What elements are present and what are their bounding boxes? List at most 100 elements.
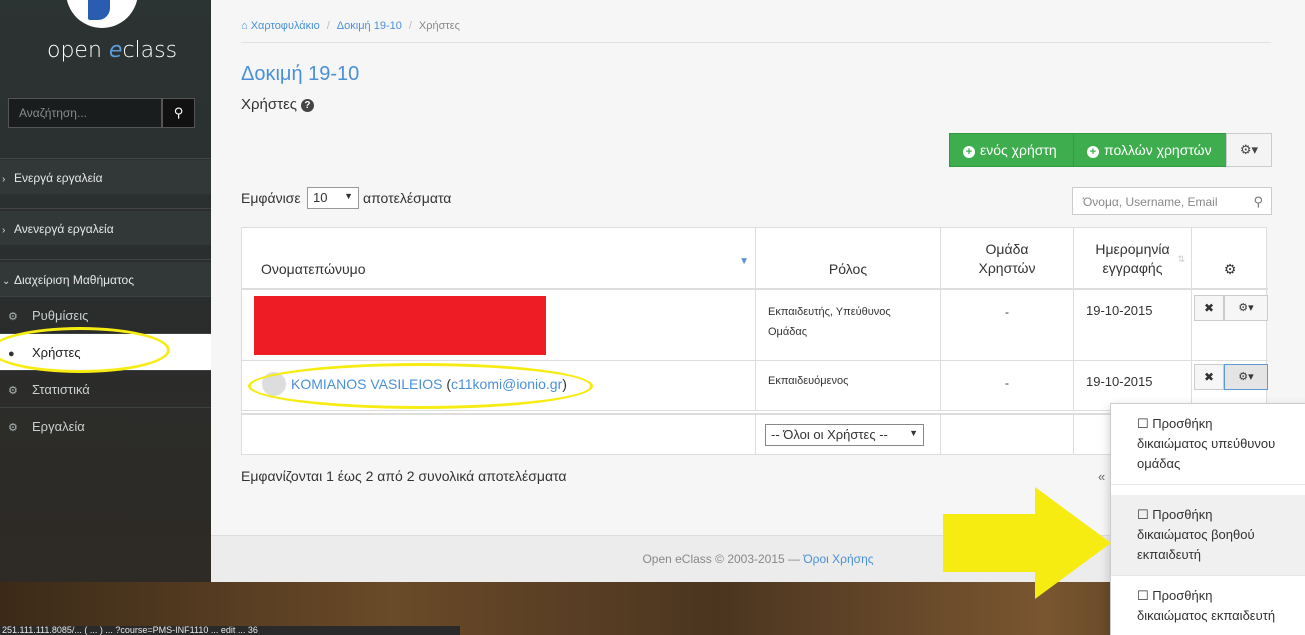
menu-item-text: δικαιώματος εκπαιδευτή [1137, 608, 1276, 623]
user-actions-dropdown[interactable]: ⚙▾ [1224, 295, 1268, 321]
gears-icon: ⚙ [8, 311, 18, 323]
home-icon: ⌂ [241, 20, 251, 32]
close-icon: ✖ [1203, 370, 1215, 384]
sidebar-group-label: Ανενεργά εργαλεία [14, 222, 114, 236]
divider [0, 158, 211, 159]
column-header-label: Χρηστών [978, 260, 1036, 276]
button-label: πολλών χρηστών [1104, 142, 1212, 158]
close-icon: ✖ [1203, 301, 1215, 315]
menu-item-text: ομάδας [1137, 456, 1181, 471]
breadcrumb-separator: / [326, 20, 330, 32]
role-text: Ομάδας [768, 326, 808, 338]
caret-down-icon: ▼ [344, 191, 353, 201]
results-summary: Εμφανίζονται 1 έως 2 από 2 συνολικά αποτ… [241, 468, 567, 484]
pager-prev[interactable]: « [1098, 469, 1105, 484]
role-text: Εκπαιδευτής, Υπεύθυνος [768, 306, 891, 318]
user-actions-dropdown[interactable]: ⚙▾ [1224, 364, 1268, 390]
sidebar-item-label: Εργαλεία [32, 419, 85, 434]
sidebar-group-inactive-tools[interactable]: › Ανενεργά εργαλεία [0, 211, 211, 245]
sidebar-search-input[interactable]: Αναζήτηση... [8, 98, 162, 128]
sidebar-group-label: Διαχείριση Μαθήματος [14, 273, 134, 287]
table-cell [242, 413, 756, 454]
menu-item-text: ☐ Προσθήκη [1137, 507, 1213, 522]
gears-icon: ⚙ [8, 385, 18, 397]
column-header-label: Ονοματεπώνυμο [261, 261, 366, 277]
breadcrumb-current: Χρήστες [418, 20, 460, 32]
search-icon: ⚲ [173, 105, 184, 120]
sidebar-item-statistics[interactable]: ⚙ Στατιστικά [0, 370, 211, 407]
menu-item-text: ☐ Προσθήκη [1137, 588, 1213, 603]
plus-circle-icon: + [1087, 146, 1099, 158]
table-cell-group: - [941, 361, 1074, 411]
breadcrumb-course[interactable]: Δοκιμή 19-10 [337, 20, 402, 32]
add-many-users-button[interactable]: + πολλών χρηστών [1073, 133, 1227, 167]
table-cell-date: 19-10-2015 [1074, 290, 1192, 361]
sidebar-group-active-tools[interactable]: › Ενεργά εργαλεία [0, 160, 211, 194]
table-cell-role: Εκπαιδευόμενος [756, 361, 941, 411]
menu-item-text: ☐ Προσθήκη [1137, 416, 1213, 431]
user-filter-select[interactable]: -- Όλοι οι Χρήστες -- ▼ [765, 424, 924, 446]
delete-user-button[interactable]: ✖ [1194, 364, 1224, 390]
menu-item-assistant-rights[interactable]: ☐ Προσθήκη δικαιώματος βοηθού εκπαιδευτή [1111, 495, 1305, 576]
sidebar: open eclass Αναζήτηση... ⚲ › Ενεργά εργαλ… [0, 0, 211, 582]
page-size-select[interactable]: 10 ▼ [307, 187, 359, 209]
sidebar-item-label: Ρυθμίσεις [32, 308, 89, 323]
breadcrumb-label: Χαρτοφυλάκιο [250, 20, 320, 32]
course-title[interactable]: Δοκιμή 19-10 [241, 63, 359, 86]
status-bar-url: 251.111.111.8085/... ( ... ) ... ?course… [0, 626, 460, 635]
sidebar-group-label: Ενεργά εργαλεία [14, 171, 103, 185]
caret-down-icon: ▼ [909, 428, 918, 438]
sidebar-item-tools[interactable]: ⚙ Εργαλεία [0, 407, 211, 444]
column-header-role[interactable]: Ρόλος [756, 228, 941, 290]
column-header-label: εγγραφής [1102, 260, 1163, 276]
gears-icon: ⚙▾ [1238, 302, 1254, 314]
actions-dropdown-button[interactable]: ⚙▾ [1226, 133, 1272, 167]
button-label: ενός χρήστη [980, 142, 1057, 158]
table-cell-group: - [941, 290, 1074, 361]
divider [0, 208, 211, 209]
table-cell [941, 413, 1074, 454]
menu-item-group-leader-rights[interactable]: ☐ Προσθήκη δικαιώματος υπεύθυνου ομάδας [1111, 404, 1305, 485]
redacted-name [254, 296, 546, 355]
filter-value: -- Όλοι οι Χρήστες -- [771, 427, 888, 442]
column-header-date[interactable]: Ημερομηνία εγγραφής ⇅ [1074, 228, 1192, 290]
plus-circle-icon: + [963, 146, 975, 158]
terms-link[interactable]: Όροι Χρήσης [803, 552, 873, 566]
delete-user-button[interactable]: ✖ [1194, 295, 1224, 321]
menu-item-teacher-rights[interactable]: ☐ Προσθήκη δικαιώματος εκπαιδευτή [1111, 576, 1305, 635]
breadcrumb-separator: / [408, 20, 412, 32]
chevron-right-icon: › [2, 225, 6, 236]
page-title: Χρήστες? [241, 96, 314, 113]
breadcrumb: ⌂ Χαρτοφυλάκιο / Δοκιμή 19-10 / Χρήστες [241, 20, 460, 32]
gears-icon: ⚙ [8, 422, 18, 434]
column-header-group[interactable]: Ομάδα Χρηστών [941, 228, 1074, 290]
divider [0, 259, 211, 260]
sort-desc-icon: ▼ [739, 256, 749, 267]
menu-item-text: δικαιώματος υπεύθυνου [1137, 436, 1276, 451]
help-icon[interactable]: ? [300, 99, 314, 112]
menu-item-text: εκπαιδευτή [1137, 547, 1201, 562]
column-header-name[interactable]: Ονοματεπώνυμο ▼ [242, 228, 756, 290]
divider [241, 42, 1271, 43]
table-cell-role: Εκπαιδευτής, Υπεύθυνος Ομάδας [756, 290, 941, 361]
search-icon: ⚲ [1253, 194, 1263, 209]
column-header-actions: ⚙ [1192, 228, 1268, 290]
table-search-input[interactable]: Όνομα, Username, Email ⚲ [1072, 187, 1272, 215]
column-header-label: Ομάδα [985, 241, 1029, 257]
sidebar-search-button[interactable]: ⚲ [162, 98, 195, 128]
sidebar-item-label: Στατιστικά [32, 382, 90, 397]
breadcrumb-portfolio[interactable]: ⌂ Χαρτοφυλάκιο [241, 20, 320, 32]
page-size-label: Εμφάνισε [241, 190, 301, 206]
gears-icon: ⚙ [1223, 261, 1237, 277]
gears-icon: ⚙▾ [1238, 371, 1254, 383]
logo-text-class: class [122, 38, 178, 63]
gears-icon: ⚙▾ [1239, 142, 1259, 157]
add-one-user-button[interactable]: + ενός χρήστη [949, 133, 1074, 167]
sidebar-group-course-admin[interactable]: ⌄ Διαχείριση Μαθήματος [0, 262, 211, 296]
app-logo[interactable]: open eclass [47, 38, 177, 63]
page-size-value: 10 [313, 190, 328, 205]
chevron-right-icon: › [2, 174, 6, 185]
menu-item-text: δικαιώματος βοηθού [1137, 527, 1255, 542]
logo-text-open: open [47, 38, 109, 63]
column-header-label: Ημερομηνία [1095, 241, 1170, 257]
